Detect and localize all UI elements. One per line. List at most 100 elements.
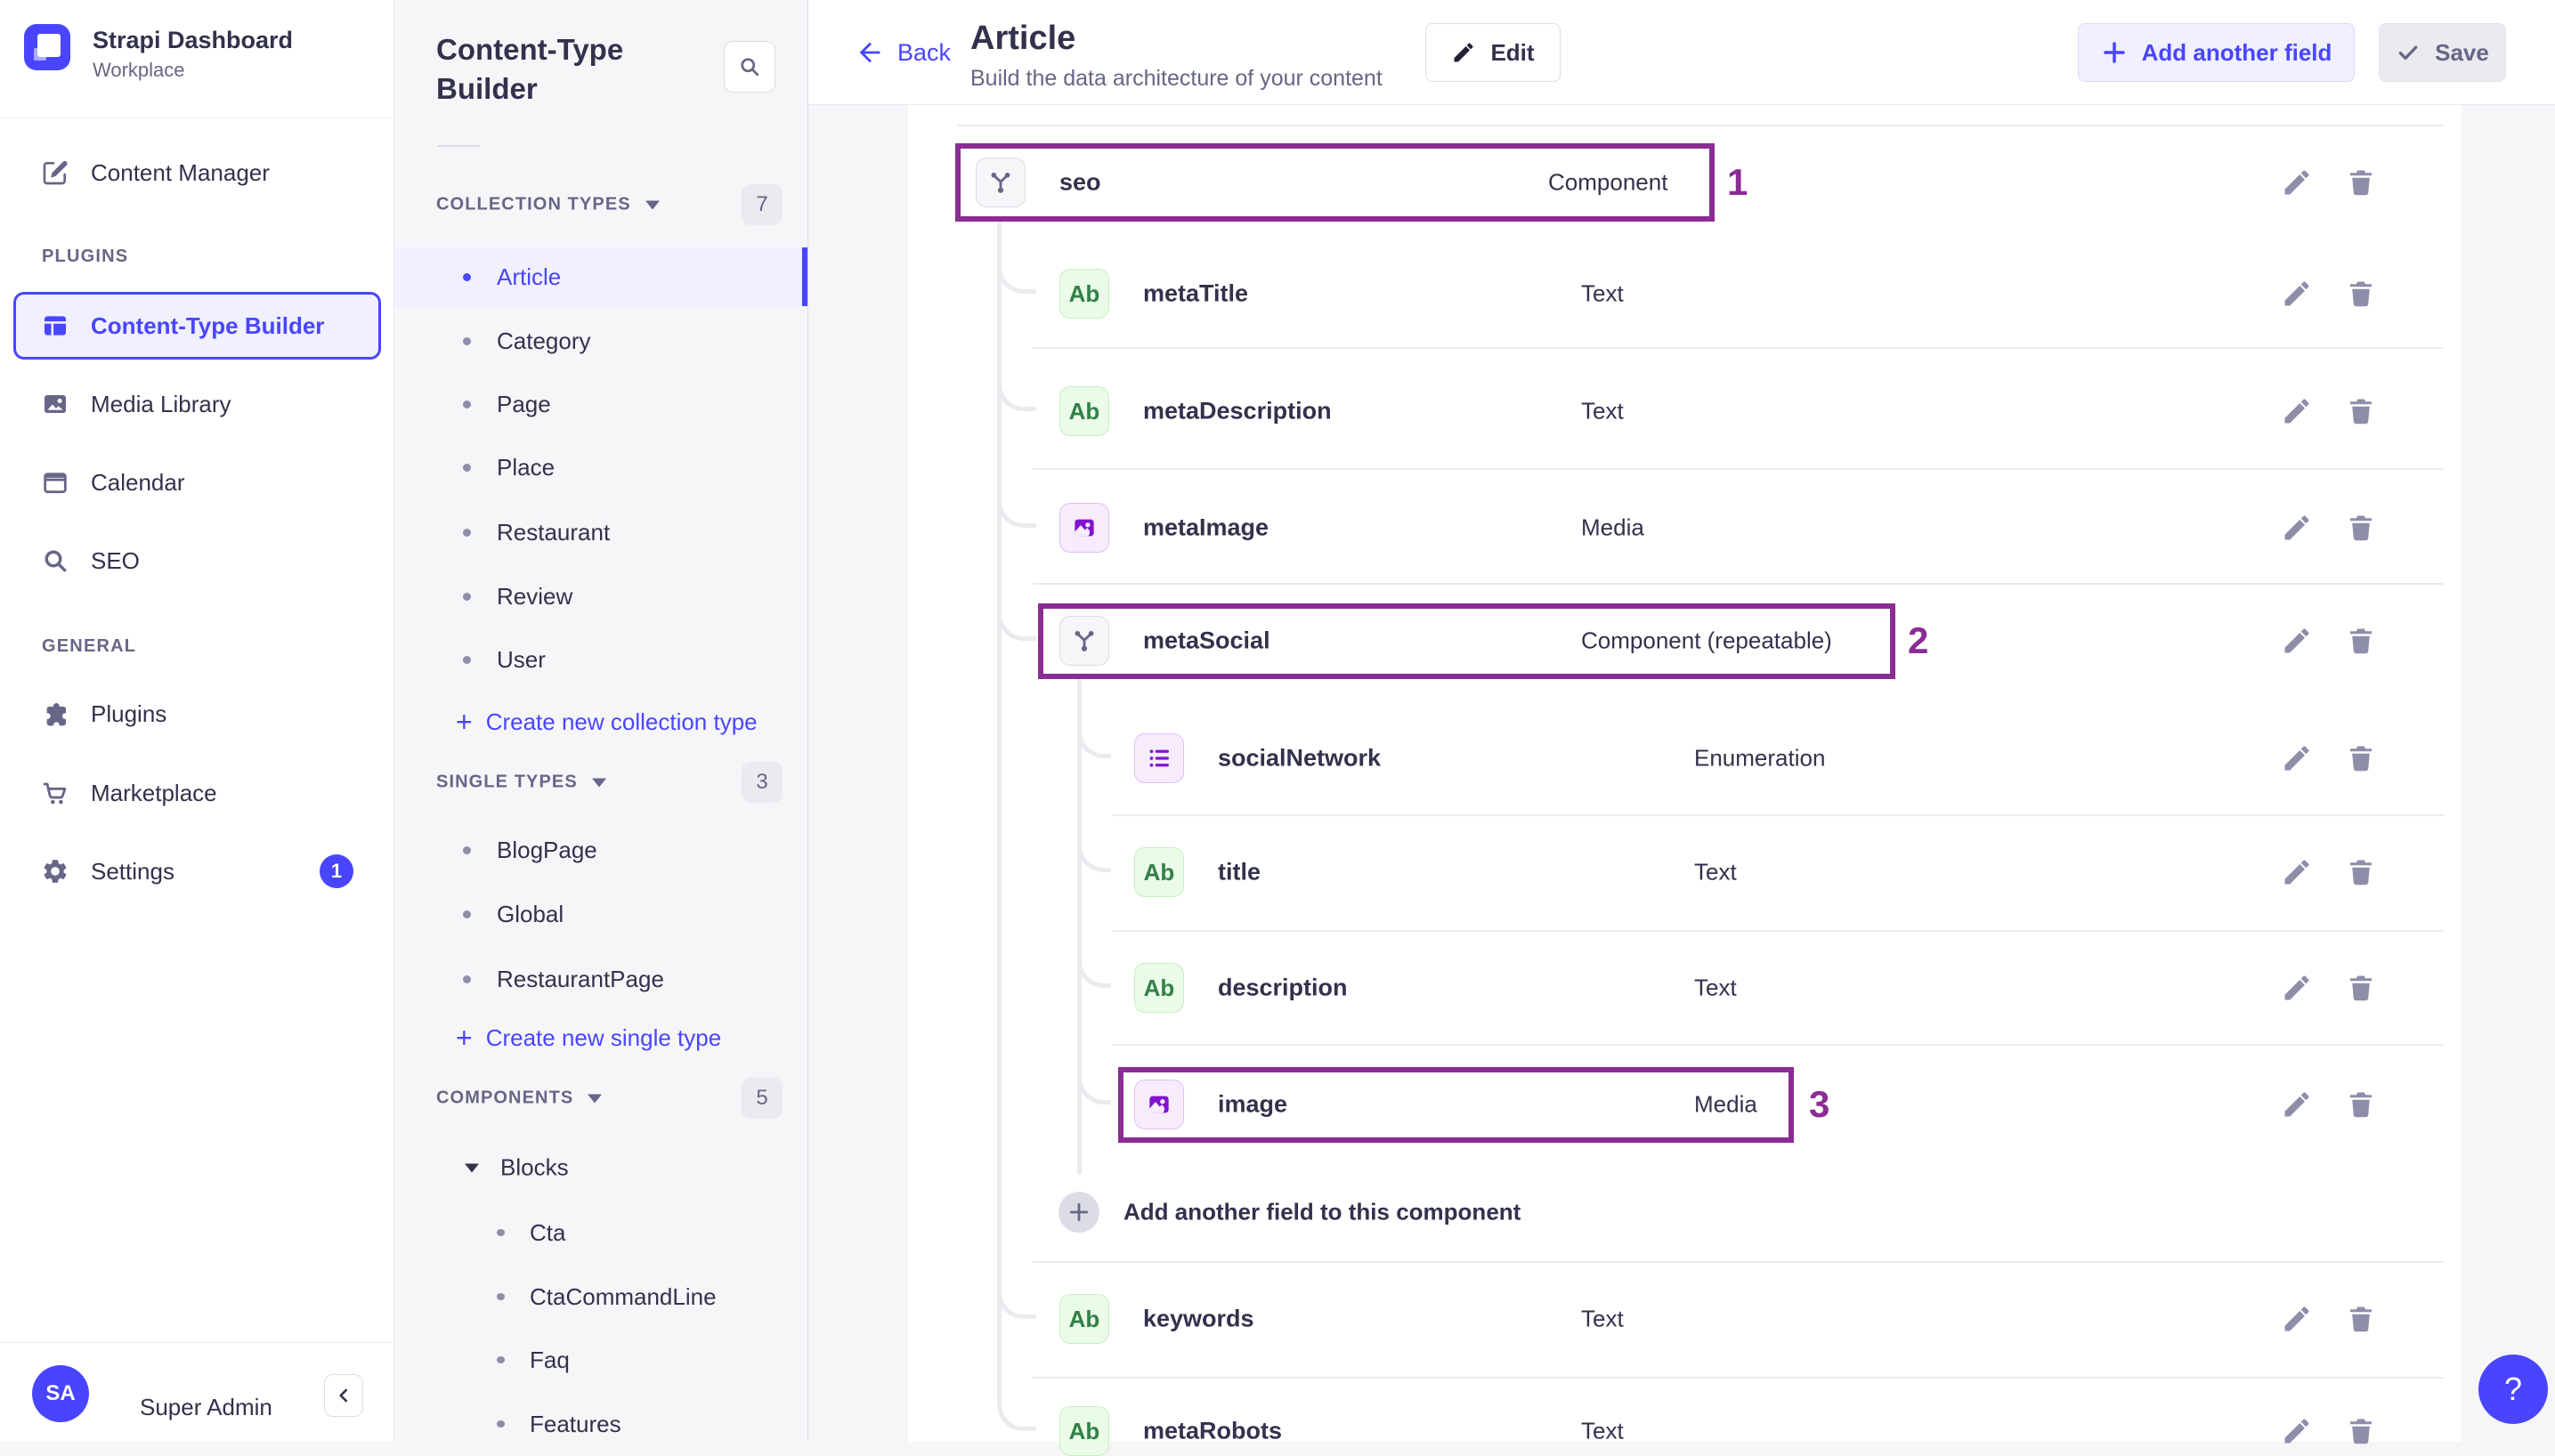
help-button[interactable]: ? — [2478, 1355, 2548, 1424]
panel-item-place[interactable]: Place — [394, 438, 807, 497]
text-field-icon: Ab — [1134, 963, 1184, 1013]
row-divider — [1113, 930, 2444, 932]
bullet-icon — [497, 1356, 505, 1363]
panel-group-blocks[interactable]: Blocks — [465, 1154, 569, 1182]
sidebar-item-seo[interactable]: SEO — [21, 529, 373, 593]
tree-elbow — [1077, 1062, 1111, 1104]
add-component-field-label[interactable]: Add another field to this component — [1123, 1199, 1521, 1226]
cart-icon — [41, 779, 69, 807]
main-sidebar: Strapi Dashboard Workplace Content Manag… — [0, 0, 394, 1442]
edit-field-button[interactable] — [2281, 856, 2313, 888]
row-divider — [1033, 1261, 2444, 1263]
delete-field-button[interactable] — [2345, 856, 2377, 888]
panel-item-blogpage[interactable]: BlogPage — [394, 821, 807, 879]
panel-item-restaurantpage[interactable]: RestaurantPage — [394, 950, 807, 1008]
edit-label: Edit — [1490, 38, 1535, 66]
edit-field-button[interactable] — [2281, 166, 2313, 198]
edit-field-button[interactable] — [2281, 1303, 2313, 1335]
field-type: Text — [1694, 858, 1737, 886]
text-field-icon: Ab — [1059, 1294, 1109, 1344]
panel-item-user[interactable]: User — [394, 630, 807, 689]
panel-item-article[interactable]: Article — [394, 247, 807, 306]
bullet-icon — [463, 845, 471, 854]
delete-field-button[interactable] — [2345, 1415, 2377, 1447]
edit-field-button[interactable] — [2281, 1088, 2313, 1120]
create-new-single-type-link[interactable]: + Create new single type — [456, 1023, 721, 1052]
panel-item-category[interactable]: Category — [394, 311, 807, 370]
chevron-down-icon — [588, 1094, 603, 1103]
bullet-icon — [463, 592, 471, 601]
panel-item-features[interactable]: Features — [394, 1395, 807, 1453]
strapi-logo-icon — [24, 24, 70, 70]
panel-item-cta[interactable]: Cta — [394, 1203, 807, 1262]
save-label: Save — [2435, 38, 2489, 66]
edit-field-button[interactable] — [2281, 742, 2313, 774]
delete-field-button[interactable] — [2345, 166, 2377, 198]
delete-field-button[interactable] — [2345, 512, 2377, 544]
field-name: metaDescription — [1143, 397, 1332, 425]
edit-field-button[interactable] — [2281, 395, 2313, 427]
panel-section-header-collection-types[interactable]: COLLECTION TYPES — [436, 195, 660, 215]
delete-field-button[interactable] — [2345, 395, 2377, 427]
save-button[interactable]: Save — [2379, 23, 2506, 82]
panel-item-faq[interactable]: Faq — [394, 1331, 807, 1389]
sidebar-item-content-type-builder[interactable]: Content-Type Builder — [13, 292, 381, 360]
sidebar-item-marketplace[interactable]: Marketplace — [21, 761, 373, 825]
delete-field-button[interactable] — [2345, 278, 2377, 310]
row-divider — [1113, 814, 2444, 816]
edit-field-button[interactable] — [2281, 1415, 2313, 1447]
delete-field-button[interactable] — [2345, 742, 2377, 774]
add-another-field-button[interactable]: Add another field — [2078, 23, 2355, 82]
tree-elbow — [997, 485, 1036, 528]
sidebar-item-media-library[interactable]: Media Library — [21, 372, 373, 436]
field-name: title — [1218, 858, 1261, 886]
add-field-label: Add another field — [2141, 38, 2332, 66]
edit-field-button[interactable] — [2281, 512, 2313, 544]
panel-item-review[interactable]: Review — [394, 567, 807, 626]
field-name: metaTitle — [1143, 279, 1249, 307]
sidebar-item-calendar[interactable]: Calendar — [21, 450, 373, 514]
collapse-sidebar-button[interactable] — [324, 1374, 363, 1417]
panel-item-ctacommandline[interactable]: CtaCommandLine — [394, 1267, 807, 1326]
row-divider — [1033, 1377, 2444, 1379]
create-new-collection-type-link[interactable]: + Create new collection type — [456, 708, 758, 736]
delete-field-button[interactable] — [2345, 1088, 2377, 1120]
write-icon — [41, 158, 69, 187]
edit-field-button[interactable] — [2281, 625, 2313, 657]
component-field-icon — [1059, 616, 1109, 666]
search-button[interactable] — [724, 41, 775, 93]
panel-section-header-components[interactable]: COMPONENTS — [436, 1088, 603, 1109]
delete-field-button[interactable] — [2345, 972, 2377, 1004]
fields-table: 1 seo Component Ab metaTitle Text Ab metaDescri… — [908, 105, 2462, 1456]
panel-item-page[interactable]: Page — [394, 375, 807, 433]
panel-item-global[interactable]: Global — [394, 885, 807, 943]
delete-field-button[interactable] — [2345, 1303, 2377, 1335]
bullet-icon — [463, 463, 471, 472]
back-link[interactable]: Back — [855, 37, 951, 68]
tree-elbow — [997, 598, 1036, 641]
picture-icon — [41, 390, 69, 418]
sidebar-item-plugins[interactable]: Plugins — [21, 682, 373, 746]
tree-elbow — [1077, 829, 1111, 872]
field-name: image — [1218, 1090, 1288, 1118]
avatar[interactable]: SA — [32, 1365, 89, 1422]
bullet-icon — [463, 975, 471, 983]
delete-field-button[interactable] — [2345, 625, 2377, 657]
page-subtitle: Build the data architecture of your cont… — [970, 66, 1383, 91]
edit-field-button[interactable] — [2281, 972, 2313, 1004]
tree-elbow — [1077, 716, 1111, 758]
annotation-number: 3 — [1809, 1083, 1830, 1125]
field-name: seo — [1059, 168, 1101, 196]
field-type: Text — [1581, 1417, 1624, 1444]
panel-item-restaurant[interactable]: Restaurant — [394, 503, 807, 562]
media-field-icon — [1134, 1080, 1184, 1129]
field-name: description — [1218, 974, 1348, 1001]
edit-field-button[interactable] — [2281, 278, 2313, 310]
nav-section-general: GENERAL — [42, 636, 137, 656]
bullet-icon — [497, 1293, 505, 1300]
sidebar-item-content-manager[interactable]: Content Manager — [21, 141, 373, 205]
panel-section-header-single-types[interactable]: SINGLE TYPES — [436, 772, 606, 793]
field-name: metaImage — [1143, 514, 1269, 541]
edit-button[interactable]: Edit — [1425, 23, 1561, 82]
add-component-field-button[interactable] — [1058, 1192, 1099, 1233]
